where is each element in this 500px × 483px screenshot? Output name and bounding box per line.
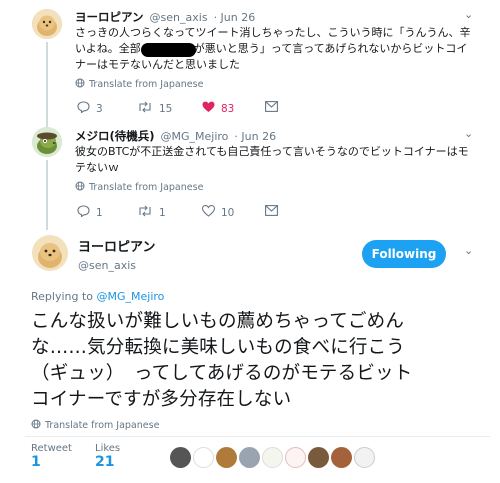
retweet-icon <box>137 101 153 116</box>
retweet-stat[interactable]: Retweet 1 <box>31 443 72 470</box>
following-button[interactable]: Following <box>362 240 446 268</box>
reply-to-handle-link[interactable]: @MG_Mejiro <box>97 290 165 303</box>
liker-avatar[interactable] <box>193 447 214 468</box>
retweet-button[interactable]: 1 <box>137 205 166 220</box>
dm-button[interactable] <box>265 101 278 115</box>
reply-button[interactable]: 3 <box>77 101 103 116</box>
author-handle[interactable]: @sen_axis <box>78 259 155 272</box>
globe-icon <box>75 181 85 194</box>
translate-link[interactable]: Translate from Japanese <box>31 419 159 432</box>
author-name[interactable]: ヨーロピアン <box>78 236 155 255</box>
envelope-icon <box>265 205 278 219</box>
thread-connector <box>46 160 48 230</box>
avatar[interactable] <box>32 235 68 271</box>
liker-avatar[interactable] <box>216 447 237 468</box>
author-handle[interactable]: @sen_axis <box>150 11 208 24</box>
chevron-down-icon[interactable]: ⌄ <box>464 8 473 21</box>
reply-button[interactable]: 1 <box>77 205 103 220</box>
likes-stat[interactable]: Likes 21 <box>95 443 120 470</box>
divider <box>25 436 490 437</box>
liker-avatar[interactable] <box>170 447 191 468</box>
heart-icon <box>201 205 216 220</box>
envelope-icon <box>265 101 278 115</box>
liker-avatar[interactable] <box>285 447 306 468</box>
retweet-button[interactable]: 15 <box>137 101 172 116</box>
author-name[interactable]: メジロ(待機兵) <box>75 128 155 144</box>
reply-icon <box>77 205 90 220</box>
liker-avatar[interactable] <box>262 447 283 468</box>
translate-link[interactable]: Translate from Japanese <box>75 78 203 91</box>
author-handle[interactable]: @MG_Mejiro <box>161 130 229 143</box>
tweet-text: 彼女のBTCが不正送金されても自己責任って言いそうなのでビットコイナーはモ テな… <box>75 145 469 174</box>
globe-icon <box>31 419 41 432</box>
globe-icon <box>75 78 85 91</box>
liker-avatar[interactable] <box>331 447 352 468</box>
like-button[interactable]: 10 <box>201 205 234 220</box>
retweet-icon <box>137 205 153 220</box>
redaction-mark <box>141 43 196 57</box>
dm-button[interactable] <box>265 205 278 219</box>
tweet-text: こんな扱いが難しいもの薦めちゃってごめん な……気分転換に美味しいもの食べに行こ… <box>31 311 413 410</box>
tweet-text: さっきの人つらくなってツイート消しちゃったし、こういう時に「うんうん、辛 いよね… <box>75 26 471 71</box>
liker-avatar[interactable] <box>239 447 260 468</box>
liker-avatar[interactable] <box>354 447 375 468</box>
like-button[interactable]: 83 <box>202 101 234 116</box>
heart-icon <box>202 101 215 116</box>
liker-avatar[interactable] <box>308 447 329 468</box>
thread-connector <box>46 42 48 128</box>
reply-icon <box>77 101 90 116</box>
avatar[interactable] <box>32 9 62 39</box>
tweet-timestamp[interactable]: · Jun 26 <box>234 130 276 143</box>
chevron-down-icon[interactable]: ⌄ <box>464 127 473 140</box>
avatar[interactable] <box>32 127 62 157</box>
translate-link[interactable]: Translate from Japanese <box>75 181 203 194</box>
tweet-timestamp[interactable]: · Jun 26 <box>214 11 256 24</box>
replying-to: Replying to @MG_Mejiro <box>31 290 165 303</box>
chevron-down-icon[interactable]: ⌄ <box>464 244 473 257</box>
author-name[interactable]: ヨーロピアン <box>75 9 144 25</box>
